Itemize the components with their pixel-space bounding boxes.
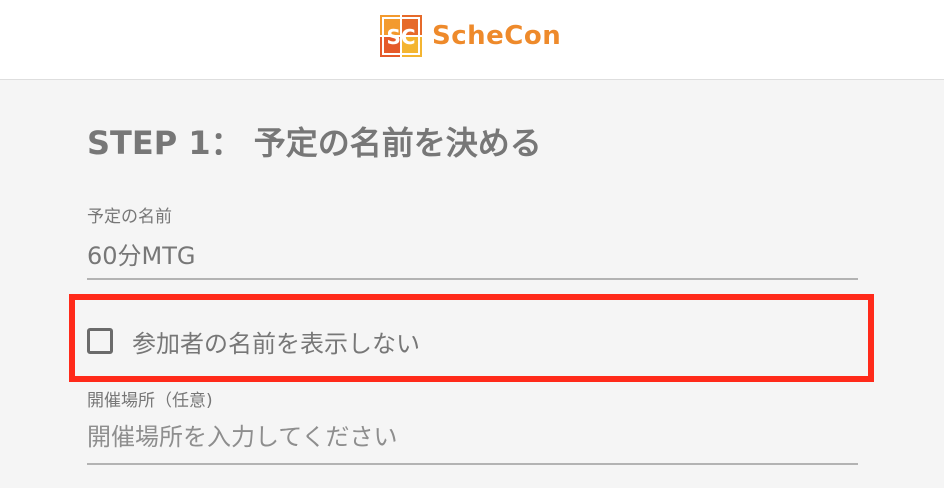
hide-participants-option[interactable]: 参加者の名前を表示しない	[87, 325, 420, 358]
location-label: 開催場所（任意)	[87, 391, 213, 411]
step-title: STEP 1： 予定の名前を決める	[87, 124, 542, 162]
app-header: SC ScheCon	[0, 0, 944, 80]
logo-wordmark: ScheCon	[432, 21, 562, 51]
schedule-name-value[interactable]: 60分MTG	[87, 236, 196, 271]
logo-mark-text: SC	[386, 25, 415, 49]
schecon-logo[interactable]: SC ScheCon	[380, 14, 561, 58]
schedule-name-label: 予定の名前	[87, 207, 172, 227]
schedule-name-field[interactable]: 予定の名前 60分MTG	[87, 196, 858, 280]
schecon-logo-icon: SC	[380, 15, 422, 57]
hide-participants-label: 参加者の名前を表示しない	[132, 329, 420, 358]
hide-participants-checkbox[interactable]	[87, 328, 113, 354]
location-field[interactable]: 開催場所（任意)	[87, 382, 858, 465]
location-input[interactable]	[87, 420, 858, 454]
